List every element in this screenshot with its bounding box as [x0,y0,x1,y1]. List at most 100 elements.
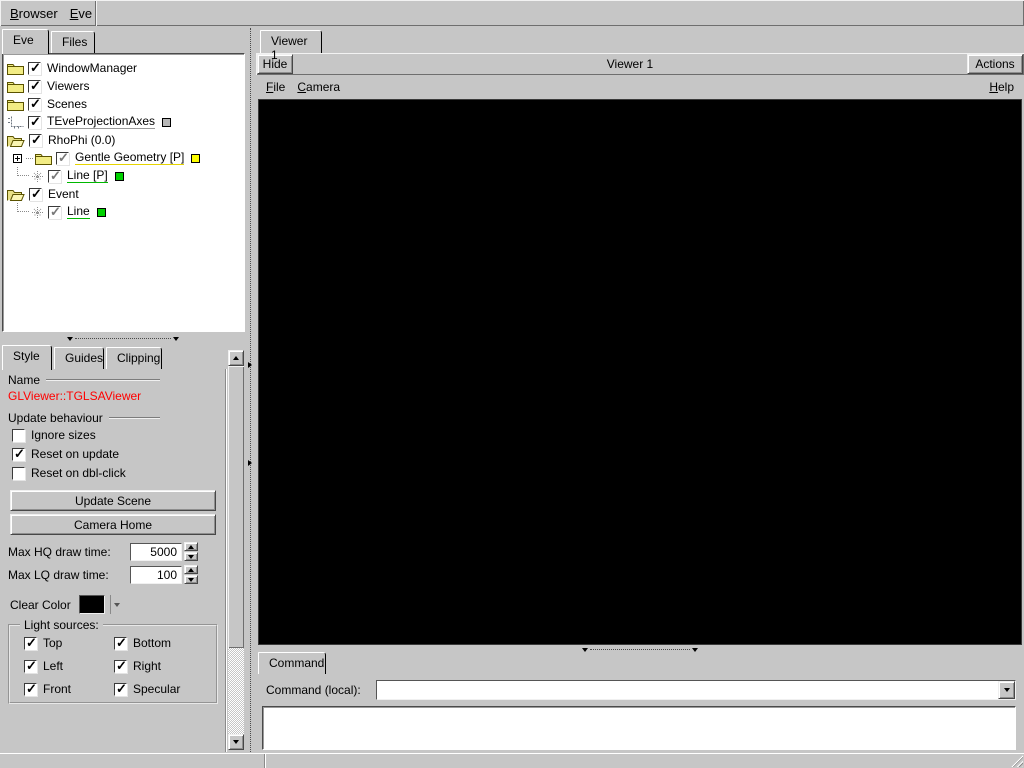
expander-plus-icon[interactable] [13,154,22,163]
light-top[interactable]: Top [24,636,114,650]
clear-color-dropdown[interactable] [110,595,124,614]
splitter-dotted-line[interactable] [250,28,251,752]
splitter-arrow-icon[interactable] [173,337,179,341]
tree-checkbox[interactable] [28,116,41,129]
option-ignore-sizes[interactable]: Ignore sizes [12,428,96,442]
light-label: Bottom [133,636,171,650]
menu-browser[interactable]: Browser [4,6,64,21]
tab-style-label: Style [13,349,40,363]
menu-camera[interactable]: Camera [291,80,346,94]
tree-item-windowmanager[interactable]: WindowManager [3,59,244,77]
tab-viewer-1[interactable]: Viewer 1 [260,30,322,53]
splitter-arrow-icon[interactable] [582,648,588,652]
light-specular[interactable]: Specular [114,682,214,696]
tree-item-label: RhoPhi (0.0) [48,134,115,147]
update-scene-button[interactable]: Update Scene [10,490,216,511]
tab-style[interactable]: Style [2,345,52,370]
tree-item-scenes[interactable]: Scenes [3,95,244,113]
checkbox[interactable] [12,429,25,442]
command-log-textarea[interactable] [263,707,1015,749]
tree-checkbox[interactable] [29,134,42,147]
splitter-arrow-icon[interactable] [248,460,252,466]
tree-item-viewers[interactable]: Viewers [3,77,244,95]
command-combobox[interactable] [376,680,1016,700]
checkbox[interactable] [114,637,127,650]
tree-checkbox[interactable] [48,170,61,183]
color-marker[interactable] [191,154,200,163]
tree-item-label: Gentle Geometry [P] [75,151,184,165]
tab-clipping[interactable]: Clipping [106,347,162,369]
checkbox[interactable] [24,683,37,696]
vertical-splitter[interactable] [246,28,256,752]
option-reset-on-dbl-click[interactable]: Reset on dbl-click [12,466,126,480]
tree-item-gentle-geometry[interactable]: Gentle Geometry [P] [3,149,244,167]
menu-help[interactable]: Help [983,80,1020,94]
tree-item-line[interactable]: Line [3,203,244,221]
menu-eve[interactable]: Eve [64,6,98,21]
scroll-down-button[interactable] [228,734,244,750]
tab-guides[interactable]: Guides [54,347,104,369]
light-front[interactable]: Front [24,682,114,696]
command-log[interactable] [262,706,1016,750]
splitter-dotted-line[interactable] [75,338,171,339]
menu-file[interactable]: File [260,80,291,94]
spin-down-button[interactable] [184,575,198,584]
scrollbar-thumb[interactable] [228,366,244,648]
tree-item-line-p[interactable]: Line [P] [3,167,244,185]
color-marker[interactable] [162,118,171,127]
splitter-arrow-icon[interactable] [692,648,698,652]
checkbox[interactable] [24,637,37,650]
heading-rule [109,417,160,419]
light-left[interactable]: Left [24,659,114,673]
tree-checkbox[interactable] [48,206,61,219]
combo-dropdown-button[interactable] [998,681,1015,699]
checkbox[interactable] [12,448,25,461]
style-scrollbar[interactable] [228,350,244,750]
max-lq-input[interactable] [130,566,182,584]
right-horizontal-splitter[interactable] [256,645,1024,654]
option-reset-on-update[interactable]: Reset on update [12,447,119,461]
command-input[interactable] [377,681,998,699]
left-horizontal-splitter[interactable] [0,333,246,344]
spin-up-button[interactable] [184,565,198,574]
actions-button[interactable]: Actions [967,54,1023,74]
arrow-down-icon [188,555,194,559]
gl-viewport[interactable] [258,99,1022,645]
clear-color-swatch[interactable] [79,595,105,614]
tree-item-event[interactable]: Event [3,185,244,203]
checkbox[interactable] [24,660,37,673]
tab-command[interactable]: Command [258,652,326,674]
tab-files[interactable]: Files [51,31,95,53]
tree-checkbox[interactable] [56,152,69,165]
tree-checkbox[interactable] [28,98,41,111]
tree-checkbox[interactable] [28,80,41,93]
tree-item-rhophi[interactable]: RhoPhi (0.0) [3,131,244,149]
max-lq-label: Max LQ draw time: [8,568,130,582]
status-cell-left [0,754,264,768]
splitter-dotted-line[interactable] [590,649,690,650]
tab-eve[interactable]: Eve [2,29,49,54]
checkbox[interactable] [12,467,25,480]
splitter-arrow-icon[interactable] [67,337,73,341]
light-right[interactable]: Right [114,659,214,673]
spin-down-button[interactable] [184,552,198,561]
heading-rule [46,379,160,381]
arrow-down-icon [233,740,239,744]
splitter-arrow-icon[interactable] [248,362,252,368]
tree-item-label: Line [67,205,90,219]
checkbox[interactable] [114,660,127,673]
max-hq-input[interactable] [130,543,182,561]
arrow-up-icon [233,356,239,360]
tree-checkbox[interactable] [29,188,42,201]
color-marker[interactable] [115,172,124,181]
spin-up-button[interactable] [184,542,198,551]
light-bottom[interactable]: Bottom [114,636,214,650]
tree-checkbox[interactable] [28,62,41,75]
scroll-up-button[interactable] [228,350,244,366]
camera-home-button[interactable]: Camera Home [10,514,216,535]
checkbox[interactable] [114,683,127,696]
status-bar [0,753,1024,768]
color-marker[interactable] [97,208,106,217]
tab-guides-label: Guides [65,351,103,365]
tree-item-teveprojectionaxes[interactable]: TEveProjectionAxes [3,113,244,131]
